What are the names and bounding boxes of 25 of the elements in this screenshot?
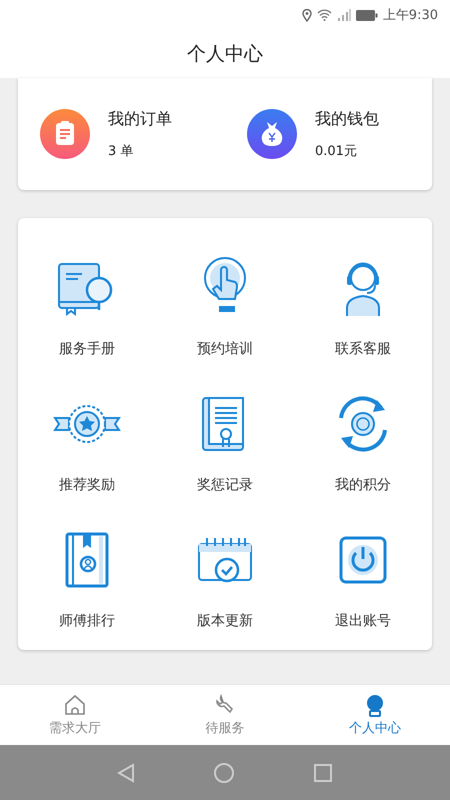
menu-label[interactable]: 预约培训 xyxy=(197,340,253,358)
page-title: 个人中心 xyxy=(187,42,263,67)
back-icon[interactable] xyxy=(117,762,135,782)
home-icon xyxy=(63,693,87,717)
status-time: 上午9:30 xyxy=(382,7,438,24)
location-icon xyxy=(302,8,312,22)
money-bag-icon[interactable] xyxy=(247,109,297,159)
home-circle-icon[interactable] xyxy=(213,762,235,784)
summary-value: 0.01元 xyxy=(315,142,358,160)
clipboard-icon[interactable] xyxy=(40,109,90,159)
menu-label[interactable]: 推荐奖励 xyxy=(59,476,115,494)
summary-title: 我的钱包 xyxy=(315,108,379,130)
menu-label[interactable]: 师傅排行 xyxy=(59,612,115,630)
summary-title: 我的订单 xyxy=(108,108,172,130)
signal-icon xyxy=(336,9,351,21)
battery-icon xyxy=(356,10,378,20)
recents-icon[interactable] xyxy=(313,762,333,782)
menu-label[interactable]: 退出账号 xyxy=(335,612,391,630)
menu-label[interactable]: 联系客服 xyxy=(335,340,391,358)
wifi-icon xyxy=(316,9,332,21)
menu-label[interactable]: 服务手册 xyxy=(59,340,115,358)
menu-label[interactable]: 我的积分 xyxy=(335,476,391,494)
menu-label[interactable]: 版本更新 xyxy=(197,612,253,630)
summary-value: 3 单 xyxy=(108,142,134,160)
menu-label[interactable]: 奖惩记录 xyxy=(197,476,253,494)
